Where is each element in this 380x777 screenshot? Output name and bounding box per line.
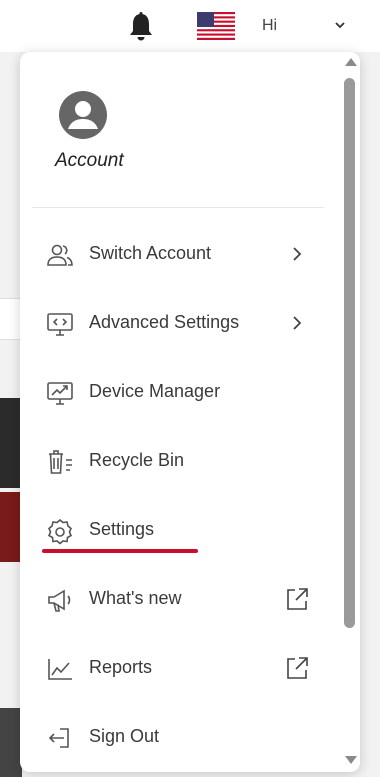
menu-item-switch-account[interactable]: Switch Account	[20, 220, 340, 289]
monitor-chart-icon	[47, 382, 73, 405]
menu-item-label: Sign Out	[89, 726, 160, 746]
menu-item-label: Reports	[89, 657, 153, 677]
menu-item-settings[interactable]: Settings	[20, 496, 340, 565]
menu-item-label: Settings	[89, 519, 155, 539]
account-label: Account	[55, 150, 124, 171]
account-details-redacted	[135, 72, 295, 192]
menu-item-label: Advanced Settings	[89, 312, 240, 332]
chevron-down-icon[interactable]	[333, 18, 347, 32]
chevron-right-icon	[293, 316, 302, 330]
menu-item-label: What's new	[89, 588, 182, 608]
monitor-code-icon	[47, 313, 73, 336]
menu-item-label: Device Manager	[89, 381, 221, 401]
megaphone-icon	[48, 589, 71, 612]
background-thumbnail	[0, 492, 22, 562]
menu-item-whats-new[interactable]: What's new	[20, 565, 340, 634]
trash-icon	[49, 450, 72, 474]
scroll-down-arrow-icon[interactable]	[345, 756, 357, 764]
scrollbar-thumb[interactable]	[344, 78, 355, 628]
users-icon	[47, 244, 73, 266]
us-flag-icon[interactable]	[197, 12, 235, 40]
menu-item-sign-out[interactable]: Sign Out	[20, 703, 340, 772]
line-chart-icon	[48, 659, 72, 680]
menu-item-recycle-bin[interactable]: Recycle Bin	[20, 427, 340, 496]
external-link-icon	[287, 588, 308, 610]
gear-icon	[47, 518, 73, 545]
greeting-text: Hi	[262, 17, 278, 34]
scroll-up-arrow-icon[interactable]	[345, 58, 357, 66]
top-bar: Hi	[0, 0, 380, 52]
external-link-icon	[287, 657, 308, 679]
background-thumbnail	[0, 708, 22, 777]
bell-icon[interactable]	[124, 10, 158, 44]
menu-item-device-manager[interactable]: Device Manager	[20, 358, 340, 427]
scrollbar[interactable]	[340, 52, 360, 772]
account-dropdown-menu: Account Switch Account Advanced Settings	[20, 52, 360, 772]
menu-item-label: Recycle Bin	[89, 450, 185, 470]
user-avatar-icon[interactable]	[58, 90, 108, 140]
chevron-right-icon	[293, 247, 302, 261]
background-thumbnail	[0, 398, 22, 488]
menu-item-reports[interactable]: Reports	[20, 634, 340, 703]
active-item-underline	[42, 549, 198, 553]
account-header: Account	[20, 52, 340, 207]
menu-item-advanced-settings[interactable]: Advanced Settings	[20, 289, 340, 358]
divider	[32, 207, 324, 208]
sign-out-icon	[48, 728, 69, 748]
menu-item-label: Switch Account	[89, 243, 212, 263]
